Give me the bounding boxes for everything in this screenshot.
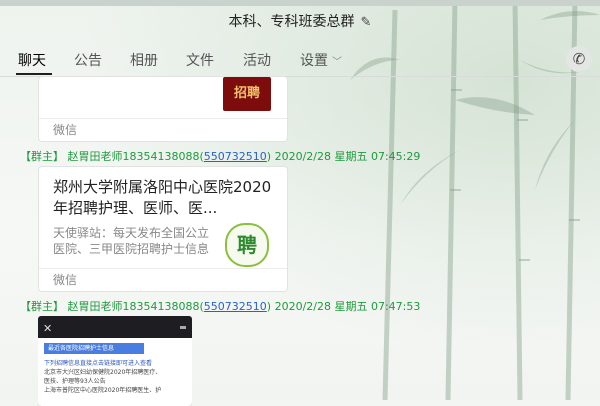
tab-album[interactable]: 相册 [130,50,158,70]
tab-settings[interactable]: 设置 ﹀ [300,50,342,70]
message-time: 2020/2/28 星期五 07:45:29 [274,150,421,163]
sender-role: 【群主】 [20,300,64,313]
card-source: 微信 [39,118,287,141]
phone-icon[interactable]: ✆ [566,46,592,72]
recruit-logo: 聘 [225,223,269,267]
card-title: 郑州大学附属洛阳中心医院2020年招聘护理、医师、医... [53,178,272,217]
group-title[interactable]: 本科、专科班委总群 ✎ [0,11,600,31]
qq-paren-close: ) [266,150,272,163]
screenshot-line: 下列招聘信息直接点击链接即可进入查看 [44,360,153,367]
chevron-down-icon: ﹀ [332,57,342,68]
shared-link-card[interactable]: 招聘 微信 [38,76,288,142]
edit-icon[interactable]: ✎ [361,15,372,30]
message-meta: 【群主】 赵胃田老师18354138088(550732510) 2020/2/… [20,298,420,314]
group-title-text: 本科、专科班委总群 [228,14,355,30]
message-meta: 【群主】 赵胃田老师18354138088(550732510) 2020/2/… [20,148,420,164]
card-thumbnail: 招聘 [223,77,271,111]
qq-paren-close: ) [266,300,272,313]
active-tab-indicator [16,73,52,75]
screenshot-button: 最近各医院招聘护士信息 [44,343,144,354]
screenshot-line: 医技、护理等93人公告 [44,378,106,385]
screenshot-line: 北京市大兴区妇幼保健院2020年招聘医疗、 [44,369,162,376]
screenshot-line: 上海市普陀区中心医院2020年招聘医生、护 [44,387,162,394]
tab-chat[interactable]: 聊天 [18,50,46,70]
sender-name[interactable]: 赵胃田老师18354138088 [68,300,200,313]
image-message[interactable]: ✕ 最近各医院招聘护士信息 下列招聘信息直接点击链接即可进入查看 北京市大兴区妇… [38,316,192,406]
menu-icon [180,326,186,329]
close-icon: ✕ [43,322,53,335]
card-description: 天使驿站：每天发布全国公立医院、三甲医院招聘护士信息 [53,226,210,256]
tab-announcement[interactable]: 公告 [74,50,102,70]
tab-files[interactable]: 文件 [186,50,214,70]
sender-name[interactable]: 赵胃田老师18354138088 [68,150,200,163]
tab-bar: 聊天 公告 相册 文件 活动 设置 ﹀ ✆ [0,40,600,76]
tab-activity[interactable]: 活动 [243,50,271,70]
title-bar: 本科、专科班委总群 ✎ [0,6,600,36]
sender-qq-link[interactable]: 550732510 [204,150,267,163]
card-source: 微信 [39,268,287,291]
tab-settings-label: 设置 [300,53,328,69]
message-time: 2020/2/28 星期五 07:47:53 [274,300,421,313]
sender-qq-link[interactable]: 550732510 [204,300,267,313]
sender-role: 【群主】 [20,150,64,163]
screenshot-content: 最近各医院招聘护士信息 下列招聘信息直接点击链接即可进入查看 北京市大兴区妇幼保… [38,338,192,406]
shared-link-card[interactable]: 郑州大学附属洛阳中心医院2020年招聘护理、医师、医... 天使驿站：每天发布全… [38,166,288,292]
